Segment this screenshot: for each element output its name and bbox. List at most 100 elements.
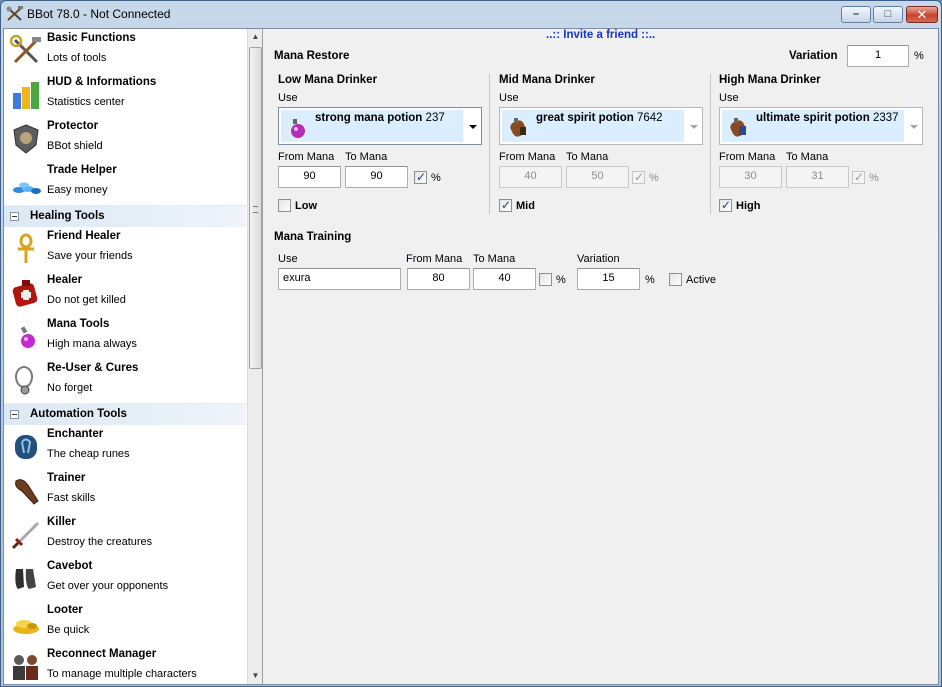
scrollbar-thumb[interactable] [249, 47, 262, 369]
low-enabled-label: Low [295, 200, 317, 212]
scroll-down-icon[interactable]: ▼ [248, 668, 262, 684]
sidebar-scrollbar[interactable]: ▲ ▼ [247, 29, 262, 684]
sidebar-item-subtitle: Get over your opponents [47, 580, 169, 592]
training-active-checkbox[interactable] [669, 273, 682, 286]
low-to-input[interactable]: 90 [345, 166, 408, 188]
gold-icon [13, 620, 39, 634]
low-from-input[interactable]: 90 [278, 166, 341, 188]
sidebar-item-hud-informations[interactable]: HUD & Informations Statistics center [4, 73, 246, 117]
mana-restore-title: Mana Restore [274, 50, 350, 62]
training-to-label: To Mana [473, 253, 516, 265]
sidebar-item-basic-functions[interactable]: Basic Functions Lots of tools [4, 29, 246, 73]
training-variation-percent: % [645, 274, 655, 286]
high-enabled-checkbox[interactable]: ✓ [719, 198, 732, 212]
club-icon [15, 479, 39, 505]
boots-icon [15, 569, 36, 589]
potion-count: 7642 [636, 112, 663, 124]
mid-enabled-checkbox[interactable]: ✓ [499, 198, 512, 212]
sidebar-item-reconnect-manager[interactable]: Reconnect Manager To manage multiple cha… [4, 645, 246, 684]
maximize-button[interactable]: □ [873, 6, 903, 23]
low-to-label: To Mana [345, 151, 388, 163]
potion-label: great spirit potion [536, 112, 634, 124]
potion-label: ultimate spirit potion [756, 112, 870, 124]
dropdown-arrow-icon[interactable] [690, 125, 698, 129]
sidebar-item-subtitle: BBot shield [47, 140, 103, 152]
close-button[interactable]: ✕ [906, 6, 938, 23]
mana-tools-panel: ..:: Invite a friend ::.. Mana Restore V… [264, 29, 938, 684]
sidebar-item-enchanter[interactable]: Enchanter The cheap runes [4, 425, 246, 469]
sidebar-item-title: Healer [47, 274, 83, 286]
mid-potion-select[interactable]: great spirit potion 7642 [499, 107, 703, 145]
low-potion-select[interactable]: strong mana potion 237 [278, 107, 482, 145]
high-potion-select[interactable]: ultimate spirit potion 2337 [719, 107, 923, 145]
collapse-icon[interactable] [10, 212, 19, 221]
mid-percent-label: % [649, 172, 659, 184]
minimize-icon: – [852, 8, 860, 20]
group-header-automation-tools[interactable]: Automation Tools [4, 403, 246, 425]
invite-friend-link[interactable]: ..:: Invite a friend ::.. [546, 29, 655, 41]
mid-percent-checkbox[interactable]: ✓ [632, 170, 645, 184]
sidebar-item-cavebot[interactable]: Cavebot Get over your opponents [4, 557, 246, 601]
crossed-tools-icon [6, 6, 23, 21]
high-enabled-label: High [736, 200, 761, 212]
variation-label: Variation [789, 50, 838, 62]
sidebar-item-subtitle: Save your friends [47, 250, 133, 262]
sidebar-item-title: Friend Healer [47, 230, 121, 242]
mana-potion-icon [20, 326, 35, 348]
training-from-input[interactable]: 80 [407, 268, 470, 290]
low-percent-label: % [431, 172, 441, 184]
sidebar-item-killer[interactable]: Killer Destroy the creatures [4, 513, 246, 557]
potion-count: 2337 [872, 112, 899, 124]
training-percent-checkbox[interactable] [539, 273, 552, 286]
sidebar-item-re-user-cures[interactable]: Re-User & Cures No forget [4, 359, 246, 403]
sidebar-item-mana-tools[interactable]: Mana Tools High mana always [4, 315, 246, 359]
variation-input[interactable]: 1 [847, 45, 909, 67]
sidebar-item-looter[interactable]: Looter Be quick [4, 601, 246, 645]
group-title: Healing Tools [30, 210, 105, 222]
window-title: BBot 78.0 - Not Connected [27, 7, 171, 21]
mid-from-input[interactable]: 40 [499, 166, 562, 188]
sidebar-item-protector[interactable]: Protector BBot shield [4, 117, 246, 161]
mana-training-title: Mana Training [274, 231, 352, 243]
high-percent-checkbox[interactable]: ✓ [852, 170, 865, 184]
mid-to-input[interactable]: 50 [566, 166, 629, 188]
characters-icon [13, 655, 38, 680]
training-use-label: Use [278, 253, 298, 265]
strong-mana-potion-icon [291, 119, 305, 138]
sidebar-item-friend-healer[interactable]: Friend Healer Save your friends [4, 227, 246, 271]
sidebar-item-title: Basic Functions [47, 32, 136, 44]
training-percent-label: % [556, 274, 566, 286]
title-bar[interactable]: BBot 78.0 - Not Connected – □ ✕ [1, 1, 941, 27]
sidebar-item-trade-helper[interactable]: Trade Helper Easy money [4, 161, 246, 205]
training-to-input[interactable]: 40 [473, 268, 536, 290]
sidebar-item-trainer[interactable]: Trainer Fast skills [4, 469, 246, 513]
dropdown-arrow-icon[interactable] [910, 125, 918, 129]
sidebar-item-healer[interactable]: Healer Do not get killed [4, 271, 246, 315]
ultimate-spirit-potion-icon [730, 118, 747, 137]
sidebar-item-title: Trade Helper [47, 164, 117, 176]
high-to-input[interactable]: 31 [786, 166, 849, 188]
group-header-healing-tools[interactable]: Healing Tools [4, 205, 246, 227]
minimize-button[interactable]: – [841, 6, 871, 23]
mid-enabled-label: Mid [516, 200, 535, 212]
dropdown-arrow-icon[interactable] [469, 125, 477, 129]
checkmark-icon: ✓ [501, 198, 512, 212]
statistics-icon [13, 82, 39, 109]
sidebar-list: Basic Functions Lots of tools HUD & Info… [4, 29, 246, 684]
sidebar: Basic Functions Lots of tools HUD & Info… [4, 29, 263, 684]
scroll-up-icon[interactable]: ▲ [248, 29, 262, 45]
high-from-label: From Mana [719, 151, 776, 163]
low-enabled-checkbox[interactable] [278, 199, 291, 212]
collapse-icon[interactable] [10, 410, 19, 419]
high-to-label: To Mana [786, 151, 829, 163]
high-from-input[interactable]: 30 [719, 166, 782, 188]
training-from-label: From Mana [406, 253, 463, 265]
mid-drinker-title: Mid Mana Drinker [499, 74, 595, 86]
low-percent-checkbox[interactable]: ✓ [414, 170, 427, 184]
variation-percent: % [914, 50, 924, 62]
training-variation-input[interactable]: 15 [577, 268, 640, 290]
amulet-icon [15, 366, 33, 395]
sidebar-item-subtitle: Lots of tools [47, 52, 107, 64]
sidebar-item-title: Re-User & Cures [47, 362, 139, 374]
training-spell-input[interactable]: exura [278, 268, 401, 290]
